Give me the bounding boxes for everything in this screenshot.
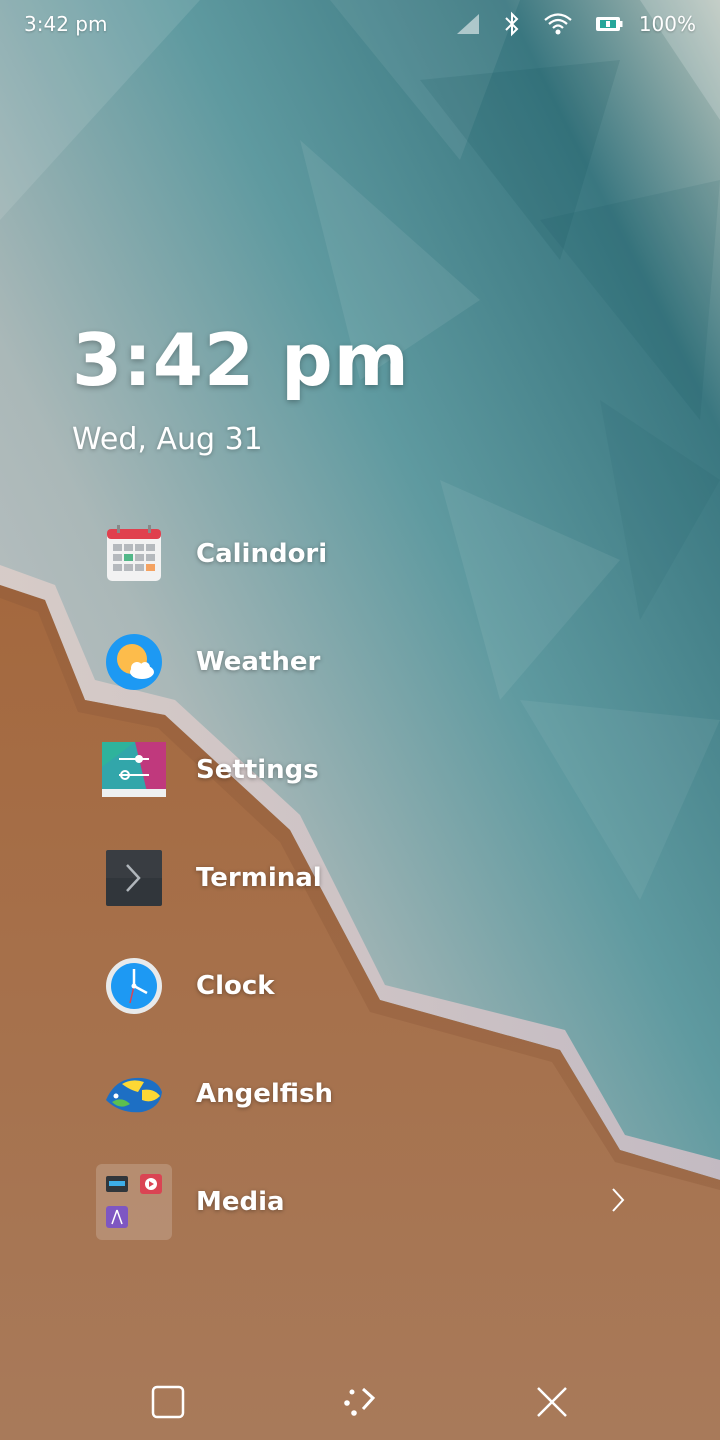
app-folder-media[interactable]: Media [96, 1148, 656, 1256]
bluetooth-icon [503, 11, 521, 37]
app-label: Terminal [196, 863, 322, 893]
home-icon [341, 1383, 379, 1425]
chevron-right-icon[interactable] [610, 1186, 626, 1218]
status-indicators: 100% [455, 8, 696, 40]
app-terminal[interactable]: Terminal [96, 824, 656, 932]
app-angelfish[interactable]: Angelfish [96, 1040, 656, 1148]
folder-icon [96, 1164, 172, 1240]
battery-icon [595, 15, 623, 33]
close-app-button[interactable] [528, 1380, 576, 1428]
lockscreen-date: Wed, Aug 31 [72, 422, 263, 457]
app-label: Clock [196, 971, 275, 1001]
app-clock[interactable]: Clock [96, 932, 656, 1040]
app-label: Weather [196, 647, 321, 677]
app-label: Media [196, 1187, 285, 1217]
settings-icon [96, 732, 172, 808]
wifi-icon [543, 11, 573, 37]
status-time: 3:42 pm [24, 12, 108, 36]
task-switcher-button[interactable] [144, 1380, 192, 1428]
status-bar[interactable]: 3:42 pm 100% [0, 0, 720, 48]
navigation-bar [0, 1368, 720, 1440]
terminal-icon [96, 840, 172, 916]
clock-icon [96, 948, 172, 1024]
battery-percent: 100% [638, 12, 696, 36]
home-button[interactable] [336, 1380, 384, 1428]
close-icon [535, 1385, 569, 1423]
app-weather[interactable]: Weather [96, 608, 656, 716]
signal-icon [455, 12, 481, 36]
calendar-icon [96, 516, 172, 592]
lockscreen-clock: 3:42 pm [72, 318, 410, 402]
weather-icon [96, 624, 172, 700]
app-label: Angelfish [196, 1079, 334, 1109]
app-settings[interactable]: Settings [96, 716, 656, 824]
app-label: Settings [196, 755, 319, 785]
app-label: Calindori [196, 539, 328, 569]
angelfish-icon [96, 1056, 172, 1132]
app-list: Calindori Weather Settings Terminal Cloc… [96, 500, 656, 1256]
app-calindori[interactable]: Calindori [96, 500, 656, 608]
task-switcher-icon [151, 1385, 185, 1423]
